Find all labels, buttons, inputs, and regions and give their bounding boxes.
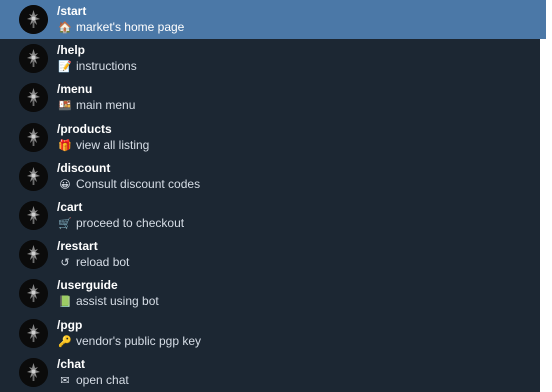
memo-icon: 📝 — [58, 61, 72, 74]
bot-avatar — [19, 44, 48, 74]
bot-avatar — [19, 200, 48, 230]
command-description-text: proceed to checkout — [76, 215, 185, 230]
command-name: /menu — [57, 82, 93, 97]
command-description: 🎁 view all listing — [58, 138, 149, 153]
gift-icon: 🎁 — [58, 139, 72, 152]
command-row-discount[interactable]: /discount 😀 Consult discount codes — [0, 157, 546, 196]
house-icon: 🏠 — [58, 22, 72, 34]
command-row-products[interactable]: /products 🎁 view all listing — [0, 118, 546, 157]
command-name: /pgp — [57, 317, 83, 332]
command-row-chat[interactable]: /chat ✉ open chat — [0, 353, 546, 392]
command-row-userguide[interactable]: /userguide 📗 assist using bot — [0, 274, 546, 313]
command-description-text: instructions — [76, 59, 137, 74]
command-description-text: view all listing — [76, 137, 150, 152]
command-description: 🍱 main menu — [58, 98, 135, 113]
command-row-cart[interactable]: /cart 🛒 proceed to checkout — [0, 196, 546, 235]
command-name: /cart — [57, 199, 83, 214]
command-row-restart[interactable]: /restart ↺ reload bot — [0, 235, 546, 274]
bot-avatar — [19, 240, 48, 270]
bento-box-icon: 🍱 — [58, 100, 72, 113]
book-icon: 📗 — [58, 296, 72, 309]
command-description-text: market's home page — [76, 20, 185, 34]
command-description: ↺ reload bot — [58, 255, 129, 270]
command-description: ✉ open chat — [58, 372, 129, 388]
command-description: 🔑 vendor's public pgp key — [58, 334, 201, 349]
command-description-text: Consult discount codes — [76, 176, 201, 191]
command-description-text: main menu — [76, 98, 136, 113]
bot-command-list: /start 🏠 market's home page/help 📝 instructi… — [0, 0, 546, 392]
command-description: 😀 Consult discount codes — [58, 177, 200, 192]
command-name: /help — [57, 43, 86, 58]
bot-avatar — [19, 83, 48, 113]
bot-avatar — [19, 161, 48, 191]
command-description-text: assist using bot — [76, 294, 159, 309]
command-description-text: reload bot — [76, 255, 130, 270]
command-row-menu[interactable]: /menu 🍱 main menu — [0, 78, 546, 117]
command-description: 📝 instructions — [58, 59, 137, 74]
envelope-icon: ✉ — [60, 374, 70, 387]
smiley-icon: 😀 — [59, 178, 71, 191]
cart-icon: 🛒 — [58, 217, 72, 230]
command-description: 🛒 proceed to checkout — [58, 216, 184, 231]
command-row-start[interactable]: /start 🏠 market's home page — [0, 0, 546, 40]
command-description-text: vendor's public pgp key — [76, 333, 202, 348]
command-description: 🏠 market's home page — [58, 20, 184, 35]
bot-avatar — [19, 279, 48, 309]
command-name: /start — [57, 4, 87, 18]
command-description: 📗 assist using bot — [58, 294, 159, 309]
command-description-text: open chat — [76, 372, 129, 387]
command-row-pgp[interactable]: /pgp 🔑 vendor's public pgp key — [0, 314, 546, 353]
command-name: /chat — [57, 356, 86, 371]
command-name: /products — [57, 121, 112, 136]
command-name: /restart — [57, 239, 98, 254]
bot-avatar — [19, 318, 48, 348]
key-icon: 🔑 — [58, 335, 72, 348]
command-name: /userguide — [57, 278, 118, 293]
command-row-help[interactable]: /help 📝 instructions — [0, 39, 546, 78]
reload-icon: ↺ — [60, 257, 70, 270]
command-name: /discount — [57, 160, 111, 175]
bot-avatar — [19, 357, 48, 387]
bot-avatar — [19, 5, 48, 34]
bot-avatar — [19, 122, 48, 152]
